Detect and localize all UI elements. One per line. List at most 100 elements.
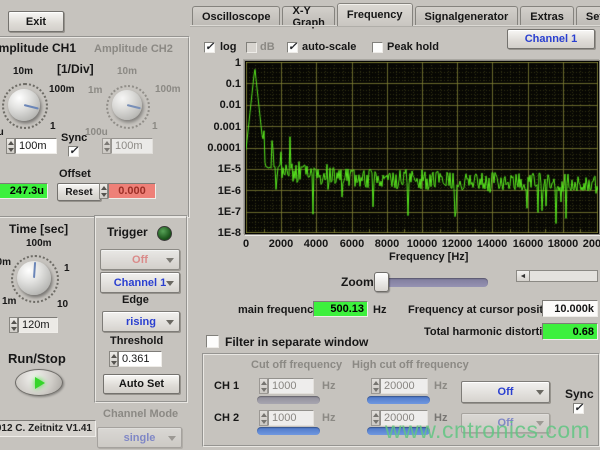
ch1-amplitude-value[interactable]: 100m	[15, 138, 57, 154]
ch1-amplitude-stepper-arrows[interactable]	[6, 138, 15, 154]
filter-sync-checkbox[interactable]: ✓	[573, 403, 584, 414]
ch1-tick-1: 1	[50, 121, 56, 132]
filter-mode-dropdown[interactable]: Off	[461, 381, 550, 403]
tab-xy-graph[interactable]: X-Y Graph	[282, 6, 334, 26]
edge-label: Edge	[122, 294, 149, 306]
main-frequency-value: 500.13	[313, 301, 368, 317]
offset-stepper[interactable]	[99, 183, 108, 199]
ch1-highcut-stepper[interactable]: 20000	[371, 378, 428, 394]
auto-set-button[interactable]: Auto Set	[103, 374, 180, 394]
amplitude-ch2-label: Amplitude CH2	[94, 43, 173, 55]
dropdown-arrow-icon	[166, 320, 174, 325]
time-tick-100m: 100m	[26, 238, 52, 249]
scroll-left-arrow-icon[interactable]: ◄	[517, 271, 530, 281]
run-stop-button[interactable]	[15, 369, 63, 396]
channel-mode-value: single	[124, 432, 156, 444]
ch1-amplitude-stepper[interactable]: 100m	[6, 138, 57, 154]
ytick-0p001: 0.001	[197, 121, 241, 133]
ch1-highcut-stepper-arrows[interactable]	[371, 378, 380, 394]
threshold-stepper[interactable]: 0.361	[109, 351, 162, 367]
ch2-tick-10m: 10m	[117, 66, 137, 77]
peak-hold-checkbox[interactable]	[372, 42, 383, 53]
time-tick-10: 10	[57, 299, 68, 310]
amplitude-sync-checkbox[interactable]: ✓	[68, 146, 79, 157]
ch2-cutoff-slider[interactable]	[257, 427, 320, 435]
ch2-knob-pointer	[127, 104, 141, 109]
ch2-amplitude-knob[interactable]	[112, 90, 142, 120]
ch2-tick-1: 1	[152, 121, 158, 132]
ch2-amplitude-value[interactable]: 100m	[111, 138, 153, 154]
ch2-cutoff-stepper[interactable]: 1000	[259, 410, 314, 426]
spectrum-canvas[interactable]	[246, 62, 598, 233]
ytick-0p01: 0.01	[197, 99, 241, 111]
trigger-channel-dropdown[interactable]: Channel 1	[100, 272, 180, 293]
offset-value[interactable]: 0.000	[108, 183, 156, 199]
ch1-cutoff-stepper-arrows[interactable]	[259, 378, 268, 394]
ch1-cutoff-stepper[interactable]: 1000	[259, 378, 314, 394]
ch1-cutoff-value[interactable]: 1000	[268, 378, 314, 394]
zoom-slider-track[interactable]	[376, 278, 488, 287]
dropdown-arrow-icon	[166, 258, 174, 263]
time-knob[interactable]	[17, 261, 51, 295]
ch2-tick-100u: 100u	[85, 127, 108, 138]
zoom-slider-thumb[interactable]	[374, 272, 389, 292]
ch2-tick-1m: 1m	[88, 85, 102, 96]
offset-label: Offset	[59, 168, 91, 180]
tab-signalgenerator[interactable]: Signalgenerator	[415, 6, 519, 26]
time-value[interactable]: 120m	[18, 317, 58, 333]
ch2-amplitude-stepper-arrows[interactable]	[102, 138, 111, 154]
time-tick-10m: 10m	[0, 257, 11, 268]
ytick-0p1: 0.1	[197, 78, 241, 90]
log-checkbox[interactable]: ✓	[204, 42, 215, 53]
autoscale-checkbox[interactable]: ✓	[287, 42, 298, 53]
time-stepper[interactable]: 120m	[9, 317, 58, 333]
watermark: www.cntronics.com	[385, 417, 590, 444]
ch1-cutoff-slider[interactable]	[257, 396, 320, 404]
run-stop-label: Run/Stop	[8, 351, 66, 366]
offset-reset-button[interactable]: Reset	[57, 183, 101, 201]
ch2-cutoff-stepper-arrows[interactable]	[259, 410, 268, 426]
offset-stepper-arrows[interactable]	[99, 183, 108, 199]
time-label: Time [sec]	[9, 222, 68, 236]
app-window: Exit Amplitude CH1 Amplitude CH2 [1/Div]…	[0, 0, 600, 450]
tab-extras[interactable]: Extras	[520, 6, 574, 26]
ch1-tick-100u: 100u	[0, 127, 4, 138]
exit-button[interactable]: Exit	[8, 11, 64, 32]
check-icon: ✓	[69, 144, 78, 157]
edge-dropdown[interactable]: rising	[102, 311, 180, 332]
ch1-highcut-slider[interactable]	[367, 396, 430, 404]
amplitude-sync-label: Sync	[61, 132, 87, 144]
cursor-frequency-value: 10.000k	[542, 300, 598, 317]
threshold-label: Threshold	[110, 335, 163, 347]
ytick-1e-6: 1E-6	[197, 185, 241, 197]
channel-select-button[interactable]: Channel 1	[507, 29, 595, 49]
tab-settings[interactable]: Settings	[576, 6, 600, 26]
ch2-cutoff-unit: Hz	[322, 412, 335, 424]
ch2-amplitude-stepper[interactable]: 100m	[102, 138, 153, 154]
filter-separate-checkbox[interactable]	[206, 335, 219, 348]
db-checkbox[interactable]	[246, 42, 257, 53]
filter-ch2-label: CH 2	[214, 412, 239, 424]
ch1-measure-indicator: 247.3u	[0, 183, 48, 199]
peak-hold-label: Peak hold	[387, 41, 439, 53]
time-stepper-arrows[interactable]	[9, 317, 18, 333]
channel-mode-dropdown[interactable]: single	[97, 427, 182, 448]
spectrum-plot[interactable]	[244, 60, 600, 235]
filter-mode-value: Off	[498, 386, 514, 398]
trigger-mode-dropdown[interactable]: Off	[100, 249, 180, 270]
threshold-value[interactable]: 0.361	[118, 351, 162, 367]
tab-oscilloscope[interactable]: Oscilloscope	[192, 6, 280, 26]
ch1-amplitude-knob[interactable]	[8, 89, 40, 121]
check-icon: ✓	[288, 40, 297, 53]
filter-separate-label: Filter in separate window	[225, 335, 368, 349]
tab-frequency[interactable]: Frequency	[337, 3, 413, 26]
threshold-stepper-arrows[interactable]	[109, 351, 118, 367]
log-label: log	[220, 41, 237, 53]
ch2-cutoff-value[interactable]: 1000	[268, 410, 314, 426]
main-frequency-label: main frequency	[238, 304, 319, 316]
trigger-mode-value: Off	[132, 254, 148, 266]
ch1-highcut-unit: Hz	[434, 380, 447, 392]
ch2-highcut-stepper-arrows[interactable]	[371, 410, 380, 426]
ch1-highcut-value[interactable]: 20000	[380, 378, 428, 394]
plot-scrollbar[interactable]: ◄	[516, 270, 598, 282]
